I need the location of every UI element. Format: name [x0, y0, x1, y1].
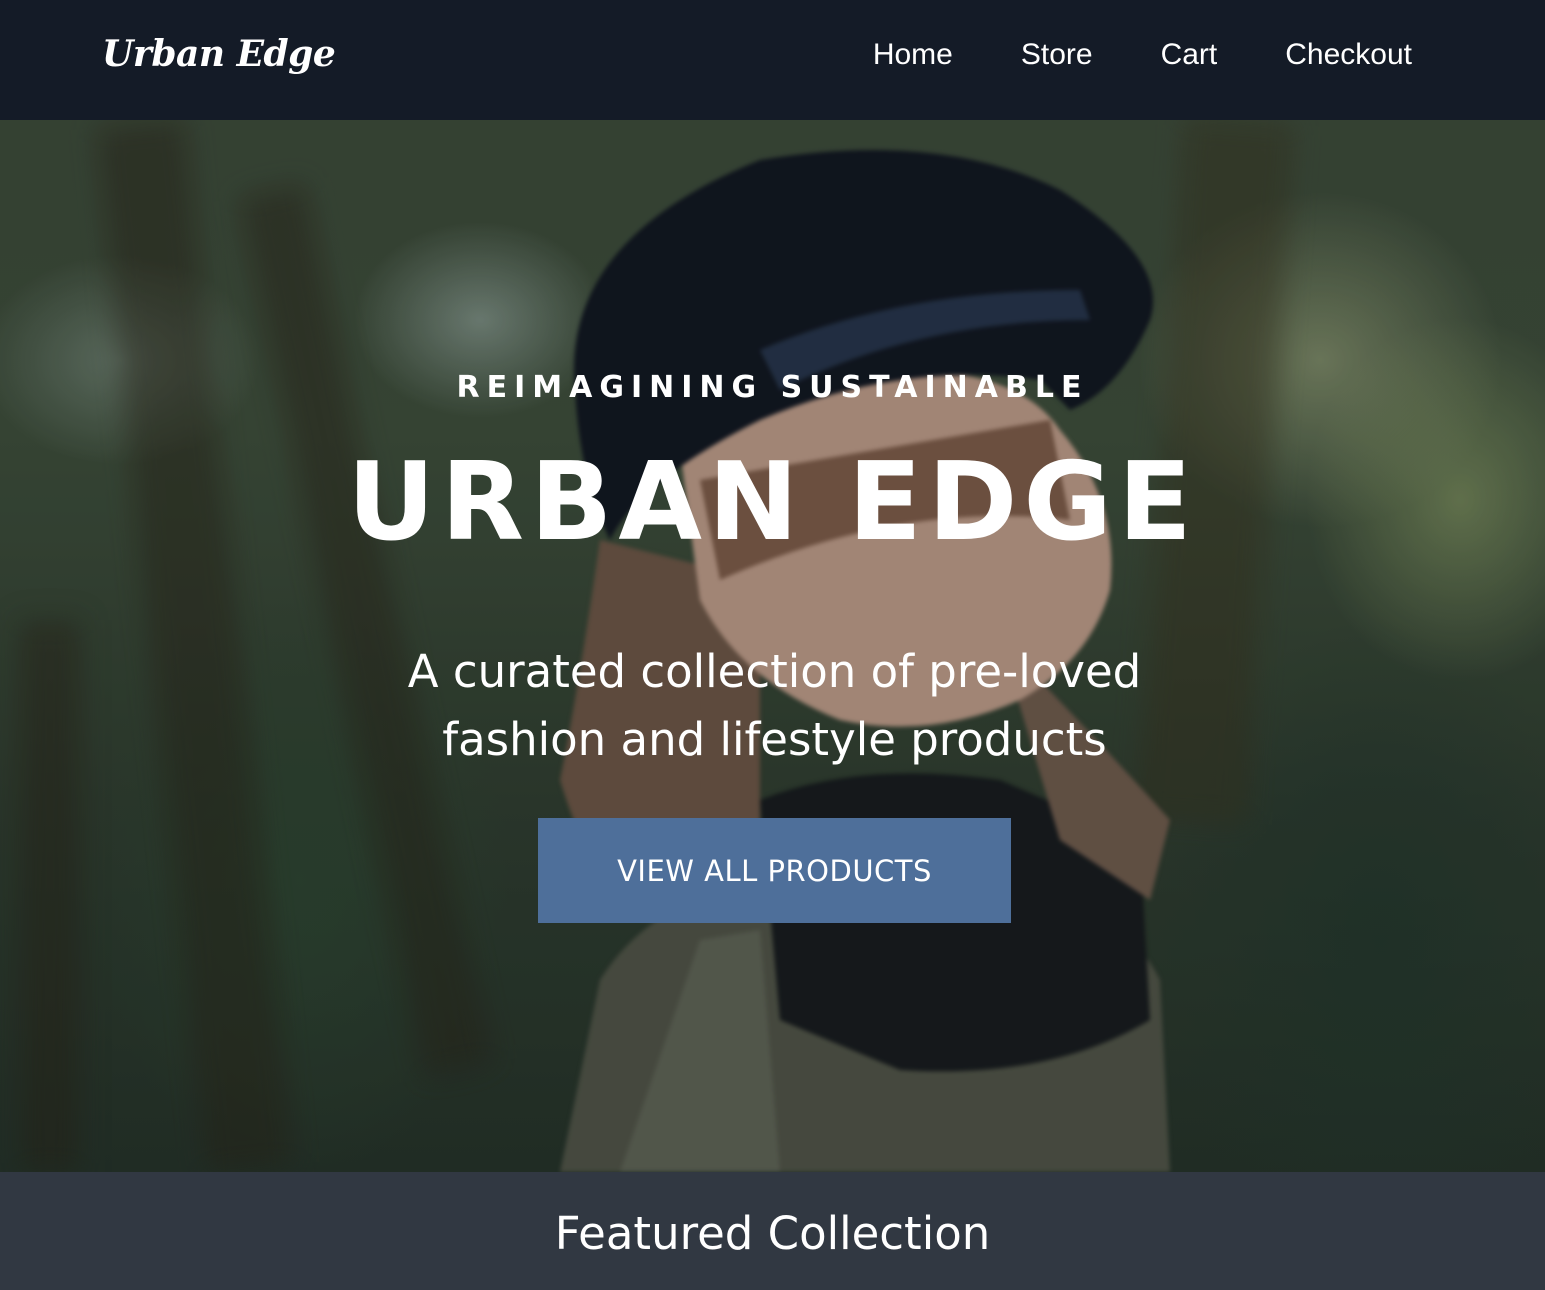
- hero-headline: URBAN EDGE: [347, 440, 1198, 565]
- hero-section: REIMAGINING SUSTAINABLE URBAN EDGE A cur…: [0, 120, 1545, 1172]
- nav-link-home[interactable]: Home: [873, 30, 953, 80]
- brand-logo-link[interactable]: Urban Edge: [102, 24, 336, 84]
- nav-link-checkout[interactable]: Checkout: [1285, 30, 1412, 80]
- nav-link-cart[interactable]: Cart: [1161, 30, 1218, 80]
- featured-collection-section: Featured Collection: [0, 1172, 1545, 1290]
- hero-content: REIMAGINING SUSTAINABLE URBAN EDGE A cur…: [0, 120, 1545, 1172]
- top-navbar: Urban Edge Home Store Cart Checkout: [0, 0, 1545, 120]
- hero-tagline: A curated collection of pre-loved fashio…: [407, 645, 1142, 766]
- nav-link-store[interactable]: Store: [1021, 30, 1093, 80]
- main-nav: Home Store Cart Checkout: [873, 30, 1412, 80]
- view-all-products-button[interactable]: VIEW ALL PRODUCTS: [538, 818, 1011, 923]
- featured-collection-title: Featured Collection: [554, 1207, 991, 1260]
- hero-eyebrow: REIMAGINING SUSTAINABLE: [456, 370, 1089, 405]
